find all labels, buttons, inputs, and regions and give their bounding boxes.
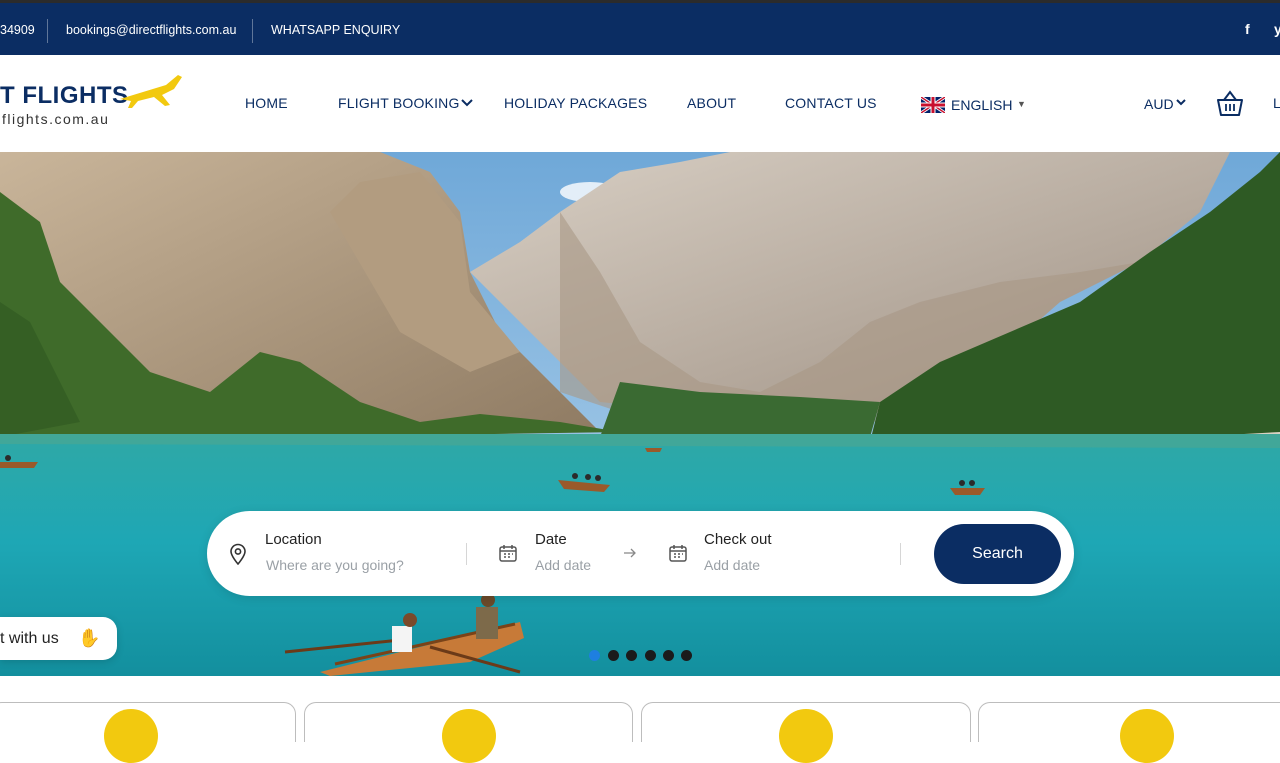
arrow-right-icon (624, 548, 636, 558)
carousel-dot[interactable] (626, 650, 637, 661)
carousel-dot[interactable] (681, 650, 692, 661)
date-label: Date (535, 531, 567, 548)
account-link[interactable]: L (1273, 95, 1280, 111)
field-divider (466, 543, 467, 565)
nav-holiday-packages[interactable]: HOLIDAY PACKAGES (504, 95, 647, 111)
field-divider (900, 543, 901, 565)
nav-home[interactable]: HOME (245, 95, 288, 111)
phone-number[interactable]: 34909 (0, 23, 35, 37)
language-label: ENGLISH (951, 97, 1013, 113)
facebook-icon[interactable]: f (1245, 21, 1250, 37)
waving-hand-icon: ✋ (78, 628, 101, 648)
location-input[interactable]: Where are you going? (266, 557, 404, 573)
hero-landscape-image (0, 152, 1280, 676)
date-input[interactable]: Add date (535, 557, 591, 573)
feature-card[interactable] (0, 702, 296, 763)
feature-card[interactable] (978, 702, 1280, 763)
feature-cards (0, 676, 1280, 763)
location-label: Location (265, 531, 322, 548)
nav-flight-booking[interactable]: FLIGHT BOOKING (338, 95, 460, 111)
whatsapp-enquiry-link[interactable]: WHATSAPP ENQUIRY (271, 23, 400, 37)
site-logo[interactable]: T FLIGHTS flights.com.au (0, 75, 190, 137)
feature-icon (1120, 709, 1174, 763)
basket-icon[interactable] (1216, 89, 1244, 117)
feature-icon (442, 709, 496, 763)
calendar-icon (499, 545, 517, 562)
search-button[interactable]: Search (934, 524, 1061, 584)
main-header: T FLIGHTS flights.com.au HOME FLIGHT BOO… (0, 55, 1280, 152)
top-divider (47, 19, 48, 43)
checkout-input[interactable]: Add date (704, 557, 760, 573)
currency-label: AUD (1144, 96, 1174, 112)
uk-flag-icon (921, 97, 945, 113)
chat-widget[interactable]: t with us ✋ (0, 617, 117, 660)
twitter-icon[interactable]: y (1274, 21, 1280, 37)
email-link[interactable]: bookings@directflights.com.au (66, 23, 236, 37)
chat-label: t with us (0, 630, 59, 647)
carousel-dot[interactable] (645, 650, 656, 661)
carousel-dot[interactable] (663, 650, 674, 661)
top-divider (252, 19, 253, 43)
feature-icon (104, 709, 158, 763)
chevron-down-icon[interactable] (1176, 99, 1186, 107)
location-pin-icon (230, 543, 246, 565)
feature-card[interactable] (641, 702, 971, 763)
carousel-dot[interactable] (589, 650, 600, 661)
caret-down-icon: ▼ (1017, 99, 1026, 109)
logo-subtext: flights.com.au (2, 111, 110, 127)
carousel-dot[interactable] (608, 650, 619, 661)
chevron-down-icon[interactable] (461, 98, 473, 108)
hero-banner (0, 152, 1280, 676)
feature-card[interactable] (304, 702, 633, 763)
plane-icon (120, 75, 182, 108)
logo-text: T FLIGHTS (0, 82, 129, 109)
nav-about[interactable]: ABOUT (687, 95, 736, 111)
feature-icon (779, 709, 833, 763)
nav-contact-us[interactable]: CONTACT US (785, 95, 877, 111)
checkout-label: Check out (704, 531, 772, 548)
top-bar: 34909 bookings@directflights.com.au WHAT… (0, 0, 1280, 55)
search-bar: Location Where are you going? Date Add d… (207, 511, 1074, 596)
currency-selector[interactable]: AUD (1144, 96, 1174, 112)
calendar-icon (669, 545, 687, 562)
